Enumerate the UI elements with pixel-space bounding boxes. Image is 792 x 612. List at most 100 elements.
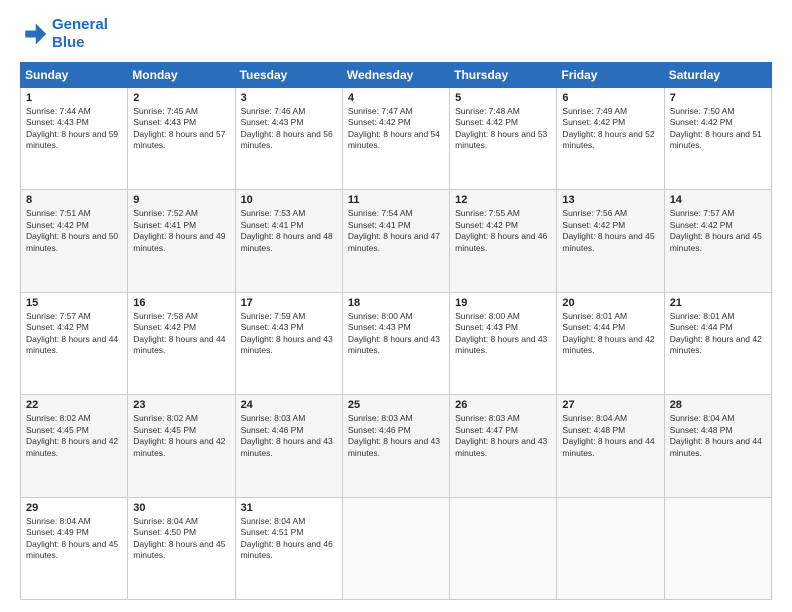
calendar-cell: 23 Sunrise: 8:02 AM Sunset: 4:45 PM Dayl… (128, 395, 235, 497)
daylight-label: Daylight: 8 hours and 46 minutes. (455, 231, 547, 252)
calendar-cell: 31 Sunrise: 8:04 AM Sunset: 4:51 PM Dayl… (235, 497, 342, 599)
day-number: 21 (670, 297, 766, 309)
sunset-label: Sunset: 4:46 PM (348, 425, 411, 435)
day-number: 5 (455, 92, 551, 104)
sunset-label: Sunset: 4:50 PM (133, 527, 196, 537)
calendar-header-monday: Monday (128, 63, 235, 88)
day-info: Sunrise: 8:01 AM Sunset: 4:44 PM Dayligh… (670, 311, 766, 357)
sunrise-label: Sunrise: 7:45 AM (133, 106, 198, 116)
sunset-label: Sunset: 4:48 PM (562, 425, 625, 435)
calendar-cell: 8 Sunrise: 7:51 AM Sunset: 4:42 PM Dayli… (21, 190, 128, 292)
day-number: 19 (455, 297, 551, 309)
sunrise-label: Sunrise: 7:53 AM (241, 208, 306, 218)
calendar-cell: 19 Sunrise: 8:00 AM Sunset: 4:43 PM Dayl… (450, 292, 557, 394)
day-info: Sunrise: 8:03 AM Sunset: 4:46 PM Dayligh… (348, 413, 444, 459)
daylight-label: Daylight: 8 hours and 44 minutes. (26, 334, 118, 355)
daylight-label: Daylight: 8 hours and 43 minutes. (455, 334, 547, 355)
day-number: 18 (348, 297, 444, 309)
calendar-cell: 28 Sunrise: 8:04 AM Sunset: 4:48 PM Dayl… (664, 395, 771, 497)
sunset-label: Sunset: 4:45 PM (26, 425, 89, 435)
daylight-label: Daylight: 8 hours and 57 minutes. (133, 129, 225, 150)
day-info: Sunrise: 7:49 AM Sunset: 4:42 PM Dayligh… (562, 106, 658, 152)
sunrise-label: Sunrise: 7:50 AM (670, 106, 735, 116)
sunrise-label: Sunrise: 8:01 AM (562, 311, 627, 321)
calendar-cell: 5 Sunrise: 7:48 AM Sunset: 4:42 PM Dayli… (450, 88, 557, 190)
calendar-cell (557, 497, 664, 599)
daylight-label: Daylight: 8 hours and 52 minutes. (562, 129, 654, 150)
sunrise-label: Sunrise: 8:02 AM (26, 413, 91, 423)
calendar-header-thursday: Thursday (450, 63, 557, 88)
daylight-label: Daylight: 8 hours and 42 minutes. (26, 436, 118, 457)
day-info: Sunrise: 7:44 AM Sunset: 4:43 PM Dayligh… (26, 106, 122, 152)
sunset-label: Sunset: 4:45 PM (133, 425, 196, 435)
calendar-cell: 2 Sunrise: 7:45 AM Sunset: 4:43 PM Dayli… (128, 88, 235, 190)
calendar-cell: 10 Sunrise: 7:53 AM Sunset: 4:41 PM Dayl… (235, 190, 342, 292)
day-number: 11 (348, 194, 444, 206)
sunset-label: Sunset: 4:46 PM (241, 425, 304, 435)
daylight-label: Daylight: 8 hours and 50 minutes. (26, 231, 118, 252)
calendar-header-sunday: Sunday (21, 63, 128, 88)
daylight-label: Daylight: 8 hours and 45 minutes. (670, 231, 762, 252)
day-number: 15 (26, 297, 122, 309)
daylight-label: Daylight: 8 hours and 49 minutes. (133, 231, 225, 252)
calendar-cell: 14 Sunrise: 7:57 AM Sunset: 4:42 PM Dayl… (664, 190, 771, 292)
day-info: Sunrise: 7:58 AM Sunset: 4:42 PM Dayligh… (133, 311, 229, 357)
day-info: Sunrise: 8:03 AM Sunset: 4:46 PM Dayligh… (241, 413, 337, 459)
day-number: 2 (133, 92, 229, 104)
sunset-label: Sunset: 4:44 PM (562, 322, 625, 332)
day-info: Sunrise: 7:54 AM Sunset: 4:41 PM Dayligh… (348, 208, 444, 254)
daylight-label: Daylight: 8 hours and 59 minutes. (26, 129, 118, 150)
daylight-label: Daylight: 8 hours and 44 minutes. (670, 436, 762, 457)
daylight-label: Daylight: 8 hours and 43 minutes. (348, 334, 440, 355)
sunset-label: Sunset: 4:43 PM (241, 117, 304, 127)
calendar-cell: 29 Sunrise: 8:04 AM Sunset: 4:49 PM Dayl… (21, 497, 128, 599)
daylight-label: Daylight: 8 hours and 47 minutes. (348, 231, 440, 252)
sunrise-label: Sunrise: 7:48 AM (455, 106, 520, 116)
sunrise-label: Sunrise: 8:04 AM (26, 516, 91, 526)
calendar-cell: 25 Sunrise: 8:03 AM Sunset: 4:46 PM Dayl… (342, 395, 449, 497)
sunset-label: Sunset: 4:43 PM (241, 322, 304, 332)
sunrise-label: Sunrise: 8:03 AM (455, 413, 520, 423)
calendar-header-friday: Friday (557, 63, 664, 88)
day-info: Sunrise: 7:48 AM Sunset: 4:42 PM Dayligh… (455, 106, 551, 152)
day-info: Sunrise: 8:03 AM Sunset: 4:47 PM Dayligh… (455, 413, 551, 459)
day-number: 9 (133, 194, 229, 206)
calendar-cell: 30 Sunrise: 8:04 AM Sunset: 4:50 PM Dayl… (128, 497, 235, 599)
sunrise-label: Sunrise: 8:04 AM (562, 413, 627, 423)
day-number: 31 (241, 502, 337, 514)
sunrise-label: Sunrise: 8:03 AM (241, 413, 306, 423)
calendar-week-3: 15 Sunrise: 7:57 AM Sunset: 4:42 PM Dayl… (21, 292, 772, 394)
sunrise-label: Sunrise: 8:03 AM (348, 413, 413, 423)
sunrise-label: Sunrise: 8:04 AM (241, 516, 306, 526)
sunset-label: Sunset: 4:44 PM (670, 322, 733, 332)
sunset-label: Sunset: 4:42 PM (26, 322, 89, 332)
sunrise-label: Sunrise: 8:00 AM (348, 311, 413, 321)
sunset-label: Sunset: 4:42 PM (133, 322, 196, 332)
day-number: 7 (670, 92, 766, 104)
daylight-label: Daylight: 8 hours and 45 minutes. (26, 539, 118, 560)
day-number: 10 (241, 194, 337, 206)
sunrise-label: Sunrise: 8:01 AM (670, 311, 735, 321)
calendar-cell: 18 Sunrise: 8:00 AM Sunset: 4:43 PM Dayl… (342, 292, 449, 394)
calendar-cell: 16 Sunrise: 7:58 AM Sunset: 4:42 PM Dayl… (128, 292, 235, 394)
sunrise-label: Sunrise: 7:49 AM (562, 106, 627, 116)
day-number: 12 (455, 194, 551, 206)
sunset-label: Sunset: 4:42 PM (562, 117, 625, 127)
day-info: Sunrise: 8:02 AM Sunset: 4:45 PM Dayligh… (133, 413, 229, 459)
sunrise-label: Sunrise: 8:02 AM (133, 413, 198, 423)
sunset-label: Sunset: 4:41 PM (133, 220, 196, 230)
day-number: 13 (562, 194, 658, 206)
daylight-label: Daylight: 8 hours and 43 minutes. (455, 436, 547, 457)
sunset-label: Sunset: 4:43 PM (348, 322, 411, 332)
calendar-cell: 6 Sunrise: 7:49 AM Sunset: 4:42 PM Dayli… (557, 88, 664, 190)
calendar-cell: 17 Sunrise: 7:59 AM Sunset: 4:43 PM Dayl… (235, 292, 342, 394)
day-info: Sunrise: 8:00 AM Sunset: 4:43 PM Dayligh… (455, 311, 551, 357)
day-number: 25 (348, 399, 444, 411)
day-info: Sunrise: 7:53 AM Sunset: 4:41 PM Dayligh… (241, 208, 337, 254)
daylight-label: Daylight: 8 hours and 44 minutes. (562, 436, 654, 457)
daylight-label: Daylight: 8 hours and 45 minutes. (562, 231, 654, 252)
page: General Blue SundayMondayTuesdayWednesda… (0, 0, 792, 612)
sunrise-label: Sunrise: 7:46 AM (241, 106, 306, 116)
day-info: Sunrise: 8:04 AM Sunset: 4:50 PM Dayligh… (133, 516, 229, 562)
day-number: 6 (562, 92, 658, 104)
